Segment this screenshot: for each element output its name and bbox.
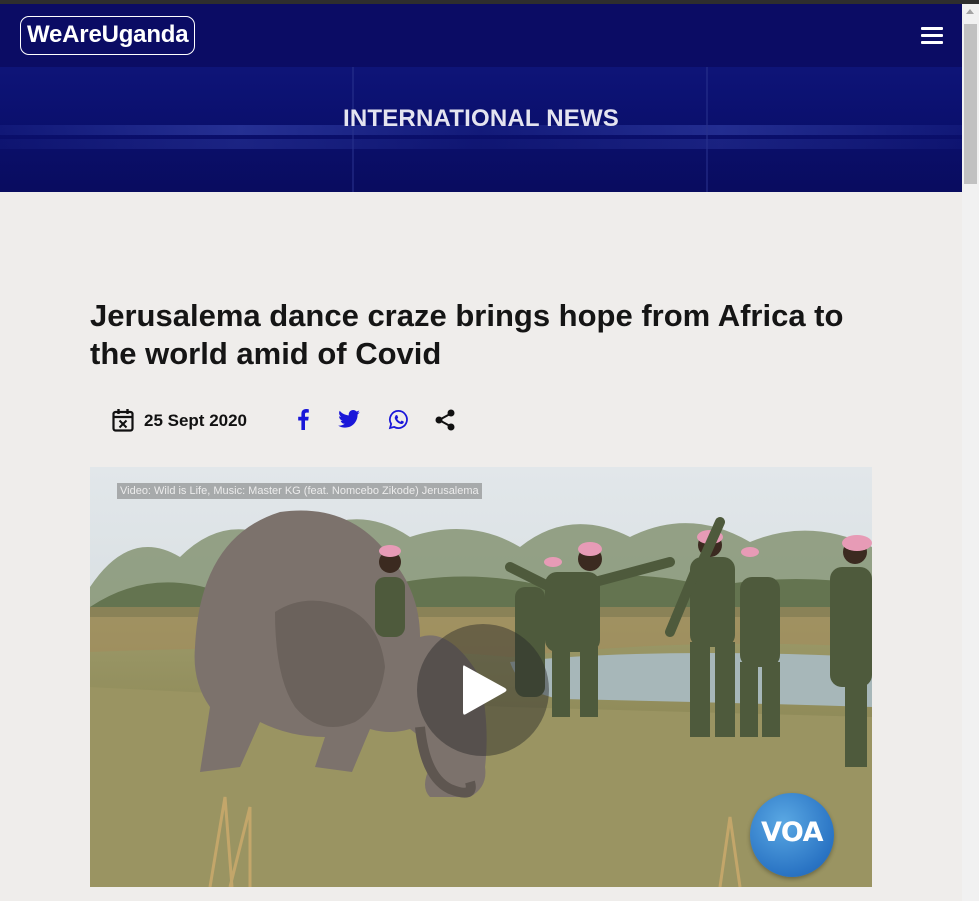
voa-logo-text: VOA	[760, 817, 824, 848]
whatsapp-icon[interactable]	[388, 409, 409, 430]
article-date: 25 Sept 2020	[144, 411, 248, 430]
article-headline: Jerusalema dance craze brings hope from …	[90, 298, 844, 371]
play-button[interactable]	[417, 624, 549, 756]
voa-logo: VOA	[750, 793, 834, 877]
section-title: INTERNATIONAL NEWS	[342, 105, 620, 132]
play-icon	[463, 665, 507, 715]
site-navbar: WeAreUganda	[0, 4, 962, 67]
video-caption: Video: Wild is Life, Music: Master KG (f…	[117, 483, 482, 499]
section-banner: INTERNATIONAL NEWS	[0, 67, 962, 192]
hamburger-menu-icon[interactable]	[921, 27, 943, 45]
twitter-icon[interactable]	[338, 410, 360, 428]
site-logo[interactable]: WeAreUganda	[20, 16, 196, 55]
scrollbar-thumb[interactable]	[964, 24, 977, 184]
article-meta: 25 Sept 2020	[112, 405, 472, 435]
share-icon[interactable]	[434, 409, 456, 431]
calendar-icon	[112, 409, 134, 432]
facebook-icon[interactable]	[296, 408, 310, 430]
scroll-up-arrow-icon[interactable]	[966, 9, 974, 14]
article-video[interactable]: Video: Wild is Life, Music: Master KG (f…	[90, 467, 872, 887]
